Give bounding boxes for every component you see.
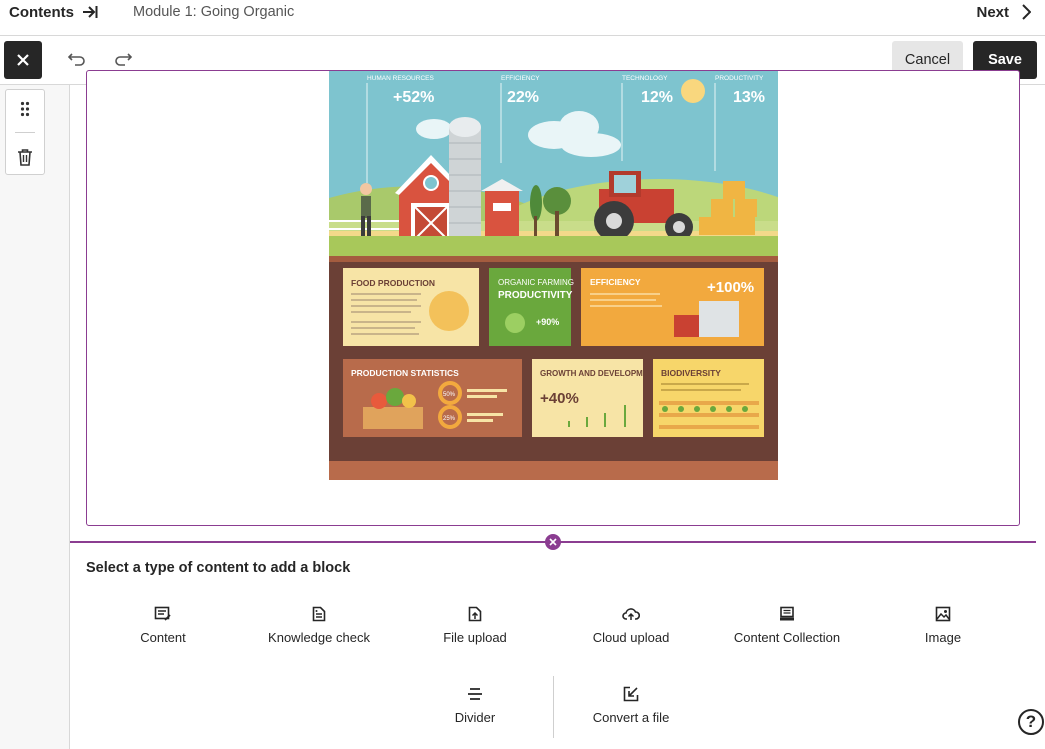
tools-separator [15,132,35,133]
add-content-label: Content [140,630,186,645]
add-knowledge-check-button[interactable]: Knowledge check [244,604,394,664]
collapse-to-right-icon [83,6,98,18]
add-cloud-upload-label: Cloud upload [592,630,670,645]
trash-icon [18,149,32,166]
add-knowledge-check-label: Knowledge check [268,630,370,645]
stat-label-human-resources: HUMAN RESOURCES [367,75,434,82]
redo-icon [115,53,133,66]
close-icon [549,538,557,546]
add-image-button[interactable]: Image [868,604,1018,664]
organic-farming-infographic: HUMAN RESOURCES +52% EFFICIENCY 22% TECH… [329,71,778,480]
close-icon [17,54,29,66]
convert-file-button[interactable]: Convert a file [556,684,706,744]
add-divider-button[interactable]: Divider [400,684,550,744]
panel-productivity-value: +90% [536,317,559,327]
infographic-image: HUMAN RESOURCES +52% EFFICIENCY 22% TECH… [329,71,778,480]
block-tools [5,89,45,175]
panel-growth-value: +40% [540,390,579,407]
knowledge-check-icon [312,606,326,622]
add-block-title: Select a type of content to add a block [86,560,351,576]
stat-value-productivity: 13% [733,89,765,106]
module-title: Module 1: Going Organic [133,4,295,20]
stat-value-technology: 12% [641,89,673,106]
close-insert-button[interactable] [545,534,561,550]
add-content-button[interactable]: Content [88,604,238,664]
content-icon [154,606,171,621]
top-navigation: Contents Module 1: Going Organic Next [0,0,1045,36]
add-divider-label: Divider [454,710,496,725]
divider-icon [468,688,482,700]
add-content-collection-button[interactable]: Content Collection [712,604,862,664]
production-stat-a: 50% [443,392,456,398]
panel-food-production-title: FOOD PRODUCTION [351,278,435,288]
redo-button[interactable] [110,48,136,72]
panel-productivity-title: PRODUCTIVITY [498,290,573,301]
add-cloud-upload-button[interactable]: Cloud upload [556,604,706,664]
contents-link[interactable]: Contents [9,3,98,21]
panel-production-statistics-title: PRODUCTION STATISTICS [351,368,459,378]
panel-biodiversity-title: BIODIVERSITY [661,368,721,378]
chevron-right-icon [1022,4,1031,20]
stat-label-productivity: PRODUCTIVITY [715,75,764,82]
content-collection-icon [780,606,794,621]
add-file-upload-button[interactable]: File upload [400,604,550,664]
file-upload-icon [468,606,482,622]
production-stat-b: 25% [443,416,456,422]
help-icon: ? [1025,712,1037,731]
add-file-upload-label: File upload [443,630,507,645]
stat-label-technology: TECHNOLOGY [622,75,668,82]
stat-value-human-resources: +52% [393,89,434,106]
image-block[interactable]: HUMAN RESOURCES +52% EFFICIENCY 22% TECH… [86,70,1020,526]
panel-growth-title: GROWTH AND DEVELOPMENT [540,369,659,378]
help-button[interactable]: ? [1018,709,1044,735]
panel-organic-farming-title: ORGANIC FARMING [498,278,574,287]
close-button[interactable] [4,41,42,79]
stat-value-efficiency: 22% [507,89,539,106]
panel-separator [553,676,554,738]
add-image-label: Image [924,630,962,645]
undo-button[interactable] [64,48,90,72]
next-link[interactable]: Next [976,3,1031,21]
undo-icon [67,53,85,66]
convert-file-icon [623,686,639,702]
panel-efficiency-title: EFFICIENCY [590,277,641,287]
drag-handle-icon [20,101,30,117]
drag-handle[interactable] [15,97,35,121]
contents-label: Contents [9,3,74,21]
convert-file-label: Convert a file [592,710,670,725]
stat-label-efficiency: EFFICIENCY [501,75,540,82]
panel-efficiency-value: +100% [707,279,754,296]
left-rail [0,85,70,749]
delete-block-button[interactable] [15,146,35,168]
add-content-collection-label: Content Collection [733,630,841,645]
cloud-upload-icon [622,608,640,620]
next-label: Next [976,3,1009,21]
image-icon [935,606,951,622]
